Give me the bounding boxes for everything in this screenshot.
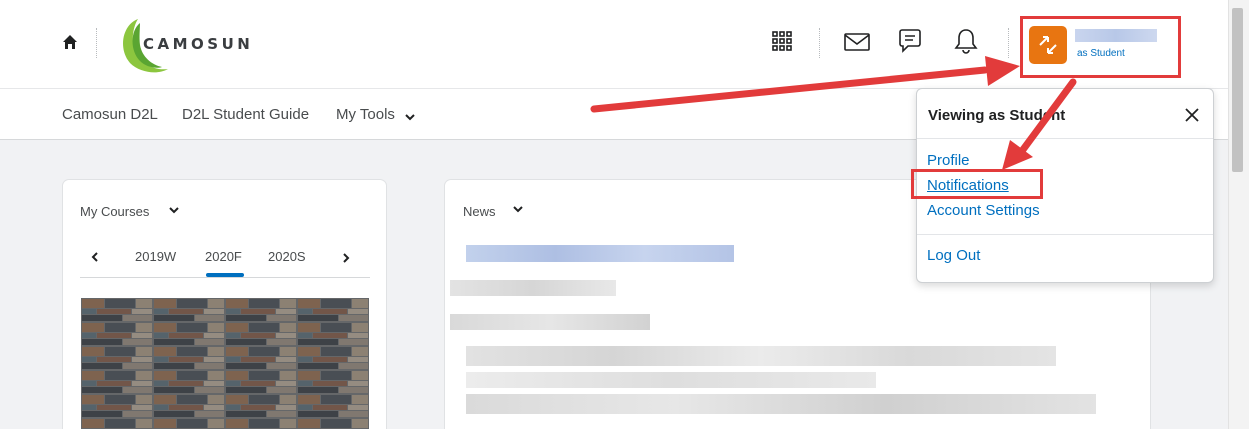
- menu-item-account-settings[interactable]: Account Settings: [927, 202, 1040, 219]
- mail-icon[interactable]: [842, 26, 872, 56]
- news-title[interactable]: News: [463, 204, 496, 219]
- chevron-left-icon[interactable]: [88, 250, 102, 264]
- tab-divider: [80, 277, 370, 278]
- logo-text: CAMOSUN: [143, 35, 254, 53]
- annotation-highlight-notifications: [911, 169, 1043, 199]
- news-item-text-redacted: [450, 280, 616, 296]
- news-item-text-redacted: [450, 314, 650, 330]
- chevron-right-icon[interactable]: [339, 251, 353, 265]
- close-icon[interactable]: [1182, 105, 1202, 125]
- header-separator: [1008, 28, 1009, 58]
- my-courses-title[interactable]: My Courses: [80, 204, 149, 219]
- menu-item-log-out[interactable]: Log Out: [927, 247, 980, 264]
- chevron-down-icon[interactable]: [511, 202, 525, 216]
- news-item-text-redacted: [466, 372, 876, 388]
- dropdown-title: Viewing as Student: [928, 107, 1066, 124]
- menu-item-profile[interactable]: Profile: [927, 152, 970, 169]
- header-separator: [819, 28, 820, 58]
- header-separator: [96, 28, 97, 58]
- annotation-highlight-user: [1020, 16, 1181, 78]
- course-image[interactable]: [81, 298, 369, 429]
- scrollbar-thumb[interactable]: [1232, 8, 1243, 172]
- chevron-down-icon[interactable]: [403, 110, 417, 124]
- bell-icon[interactable]: [951, 26, 981, 56]
- dropdown-divider: [917, 234, 1213, 235]
- news-item-link-redacted[interactable]: [466, 245, 734, 262]
- chevron-down-icon[interactable]: [167, 203, 181, 217]
- news-item-text-redacted: [466, 394, 1096, 414]
- home-icon[interactable]: [62, 34, 78, 50]
- nav-link-camosun-d2l[interactable]: Camosun D2L: [62, 106, 158, 123]
- tab-2019w[interactable]: 2019W: [135, 249, 176, 264]
- chat-icon[interactable]: [894, 26, 924, 56]
- waffle-grid-icon[interactable]: [767, 26, 797, 56]
- dropdown-divider: [917, 138, 1213, 139]
- tab-2020s[interactable]: 2020S: [268, 249, 306, 264]
- news-item-text-redacted: [466, 346, 1056, 366]
- nav-link-student-guide[interactable]: D2L Student Guide: [182, 106, 309, 123]
- tab-2020f[interactable]: 2020F: [205, 249, 242, 264]
- nav-menu-my-tools[interactable]: My Tools: [336, 106, 395, 123]
